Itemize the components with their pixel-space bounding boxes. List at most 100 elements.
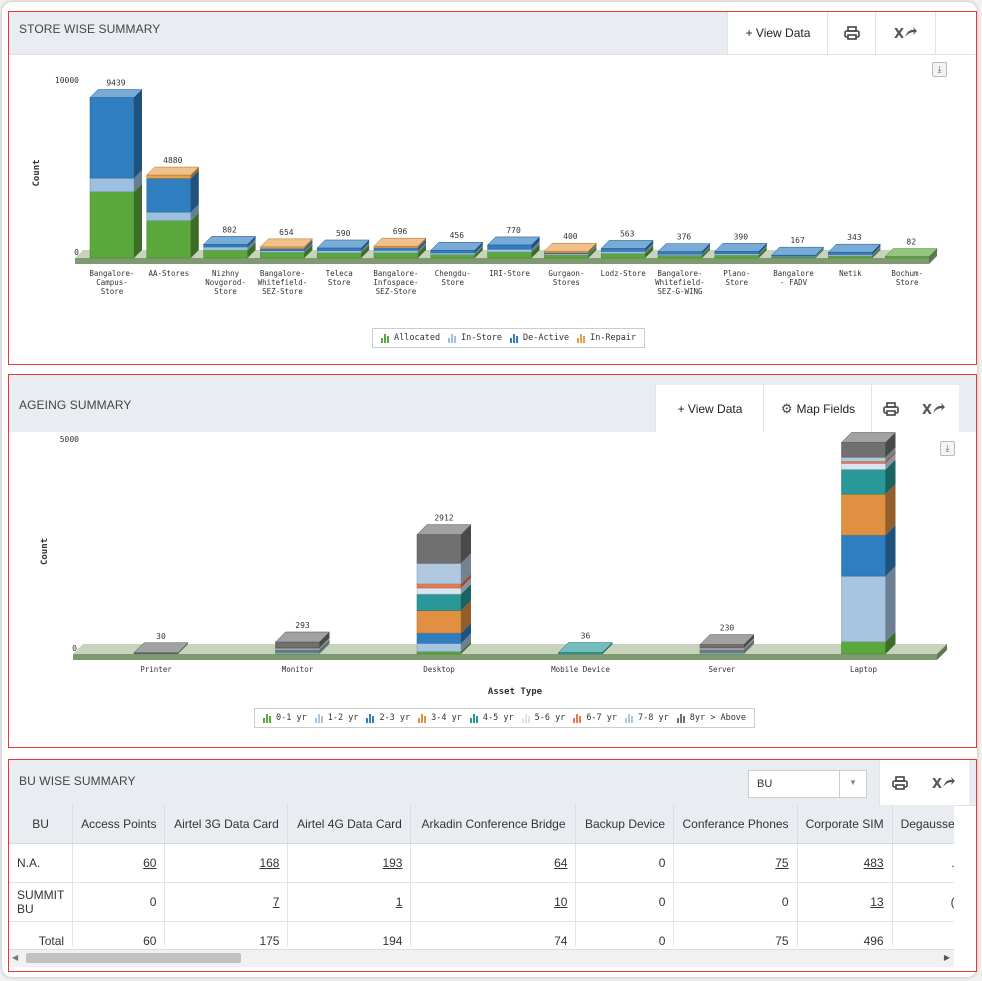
bar-segment bbox=[373, 247, 419, 251]
legend-item[interactable]: In-Repair bbox=[577, 333, 636, 343]
scroll-right-arrow[interactable]: ▶ bbox=[944, 953, 950, 962]
bar-segment bbox=[416, 651, 462, 655]
count-cell: 0 bbox=[673, 882, 798, 922]
y-tick-label: 10000 bbox=[55, 76, 79, 85]
legend-item[interactable]: In-Store bbox=[448, 333, 502, 343]
x-tick-label: SEZ-G-WING bbox=[657, 287, 703, 296]
count-cell: 0 bbox=[575, 843, 675, 883]
count-link[interactable]: 193 bbox=[382, 856, 402, 870]
count-cell: ( bbox=[892, 882, 954, 922]
map-fields-button[interactable]: ⚙ Map Fields bbox=[763, 385, 872, 432]
scroll-left-arrow[interactable]: ◀ bbox=[12, 953, 18, 962]
legend-item[interactable]: 2-3 yr bbox=[366, 713, 410, 723]
legend-item[interactable]: 0-1 yr bbox=[263, 713, 307, 723]
column-header[interactable]: Degausse bbox=[892, 805, 954, 844]
count-cell[interactable]: 60 bbox=[72, 843, 166, 883]
count-cell[interactable]: 193 bbox=[287, 843, 412, 883]
x-tick-label: Store bbox=[726, 278, 749, 287]
bar-top bbox=[202, 236, 257, 245]
bar-segment bbox=[275, 641, 320, 648]
count-link[interactable]: 7 bbox=[273, 895, 280, 909]
bu-name-cell: Total bbox=[9, 921, 74, 947]
x-tick-label: Plano- bbox=[723, 269, 750, 278]
scrollbar-thumb[interactable] bbox=[26, 953, 241, 963]
count-cell: 175 bbox=[164, 921, 289, 947]
print-button[interactable] bbox=[871, 385, 910, 432]
legend-item[interactable]: 1-2 yr bbox=[314, 713, 358, 723]
bar-group bbox=[884, 248, 938, 259]
bar-chart-icon bbox=[510, 333, 520, 343]
column-header[interactable]: Conferance Phones bbox=[673, 805, 798, 844]
bar-chart-icon bbox=[448, 333, 458, 343]
count-link[interactable]: 13 bbox=[870, 895, 883, 909]
legend-item[interactable]: Allocated bbox=[381, 333, 440, 343]
x-tick-label: Bangalore- bbox=[260, 269, 305, 278]
count-link[interactable]: 60 bbox=[143, 856, 156, 870]
count-cell[interactable]: 168 bbox=[164, 843, 289, 883]
print-button[interactable] bbox=[827, 12, 876, 54]
column-header[interactable]: Airtel 3G Data Card bbox=[164, 805, 289, 844]
export-excel-button[interactable]: X bbox=[875, 12, 936, 54]
column-header[interactable]: Access Points bbox=[72, 805, 166, 844]
count-cell[interactable]: 10 bbox=[410, 882, 577, 922]
chevron-down-icon: ▼ bbox=[839, 771, 866, 797]
x-tick-label: Store bbox=[896, 278, 919, 287]
legend-item[interactable]: 4-5 yr bbox=[469, 713, 514, 723]
bar-segment bbox=[316, 250, 362, 254]
legend-item[interactable]: 3-4 yr bbox=[418, 713, 462, 723]
count-cell[interactable]: 13 bbox=[797, 882, 893, 922]
legend-item[interactable]: 5-6 yr bbox=[521, 713, 565, 723]
count-cell[interactable]: 7 bbox=[164, 882, 289, 922]
horizontal-scrollbar[interactable]: ◀ ▶ bbox=[9, 949, 954, 967]
export-excel-icon: X bbox=[922, 402, 945, 416]
count-link[interactable]: 10 bbox=[554, 895, 567, 909]
count-link[interactable]: 1 bbox=[396, 895, 403, 909]
bar-segment bbox=[373, 252, 419, 259]
bar-segment bbox=[841, 641, 886, 655]
export-excel-button[interactable]: X bbox=[909, 385, 959, 432]
x-tick-label: Bangalore- bbox=[373, 269, 418, 278]
column-header[interactable]: Corporate SIM bbox=[797, 805, 893, 844]
column-header[interactable]: Arkadin Conference Bridge bbox=[410, 805, 577, 844]
legend-item[interactable]: 6-7 yr bbox=[573, 713, 617, 723]
store-chart: 010000CountAsset Type9439Bangalore-Campu… bbox=[9, 54, 976, 319]
bu-select[interactable]: BU ▼ bbox=[748, 770, 867, 798]
bar-segment bbox=[203, 244, 248, 248]
print-button[interactable] bbox=[879, 760, 920, 805]
count-link[interactable]: 75 bbox=[775, 856, 788, 870]
bar-group bbox=[316, 239, 370, 259]
count-cell[interactable]: 483 bbox=[797, 843, 893, 883]
x-tick-label: Gurgaon- bbox=[548, 269, 584, 278]
bar-top bbox=[657, 243, 711, 252]
y-axis-title: Count bbox=[32, 159, 42, 186]
bar-segment bbox=[487, 244, 532, 250]
export-excel-button[interactable]: X bbox=[919, 760, 969, 805]
count-cell[interactable]: 1 bbox=[287, 882, 412, 922]
column-header[interactable]: Airtel 4G Data Card bbox=[287, 805, 412, 844]
count-cell: 496 bbox=[797, 921, 893, 947]
bar-segment bbox=[89, 177, 135, 192]
legend-item[interactable]: 7-8 yr bbox=[625, 713, 669, 723]
bar-segment bbox=[316, 252, 362, 259]
bar-chart-icon bbox=[521, 713, 532, 723]
legend-item[interactable]: 8yr > Above bbox=[676, 713, 747, 723]
bar-top bbox=[316, 239, 370, 249]
bar-segment bbox=[146, 220, 192, 259]
view-data-button[interactable]: + View Data bbox=[727, 12, 828, 54]
count-cell[interactable]: 75 bbox=[673, 843, 798, 883]
legend-item[interactable]: De-Active bbox=[510, 333, 569, 343]
view-data-button[interactable]: + View Data bbox=[655, 385, 764, 432]
count-cell[interactable]: 64 bbox=[410, 843, 577, 883]
column-header[interactable]: Backup Device bbox=[575, 805, 675, 844]
count-link[interactable]: 64 bbox=[554, 856, 567, 870]
ageing-chart-legend: 0-1 yr 1-2 yr 2-3 yr 3-4 yr 4-5 yr 5-6 yr 6-7 … bbox=[254, 708, 756, 728]
legend-label: 8yr > Above bbox=[689, 713, 747, 723]
bar-chart-icon bbox=[263, 713, 273, 723]
table-row: Total 60 175 194 74 0 75 496 bbox=[9, 921, 954, 947]
bar-group bbox=[543, 242, 598, 259]
count-link[interactable]: 483 bbox=[864, 856, 884, 870]
x-tick-label: Store bbox=[442, 278, 465, 287]
bar-top bbox=[770, 246, 825, 256]
count-link[interactable]: 168 bbox=[259, 856, 279, 870]
column-header[interactable]: BU bbox=[9, 805, 74, 844]
